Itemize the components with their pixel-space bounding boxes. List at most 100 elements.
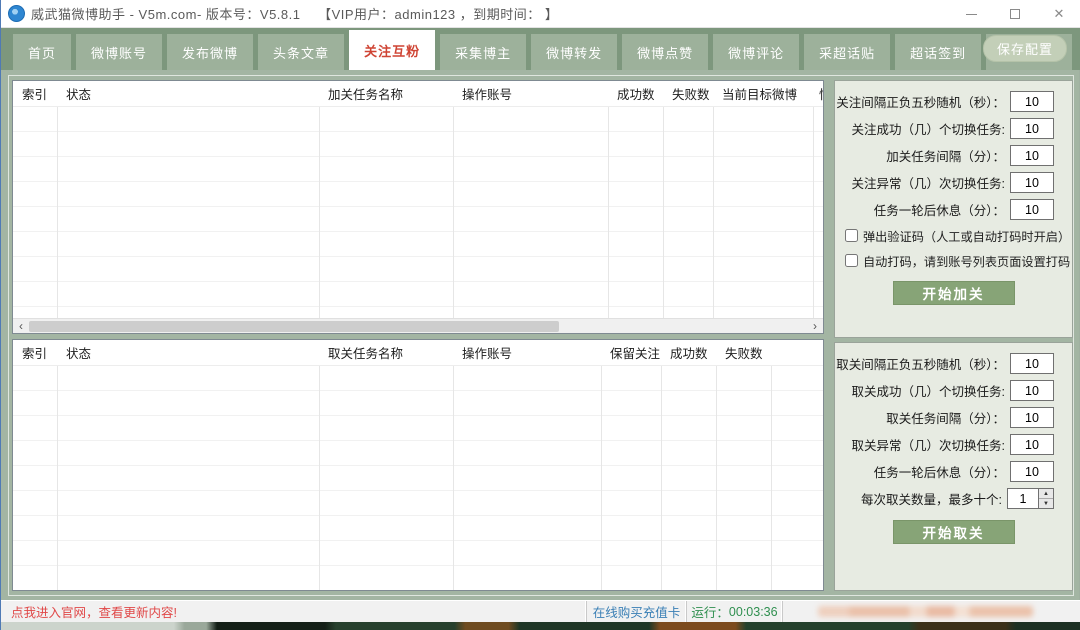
setting-row: 取关异常（几）次切换任务: — [835, 431, 1072, 458]
col-current-target-weibo: 当前目标微博 — [713, 84, 813, 103]
setting-row: 任务一轮后休息（分）： — [835, 458, 1072, 485]
official-site-link[interactable]: 点我进入官网，查看更新内容! — [1, 601, 587, 622]
unfollow-success-switch-label: 取关成功（几）个切换任务: — [852, 381, 1005, 400]
follow-error-switch-input[interactable] — [1010, 172, 1054, 193]
unfollow-batch-count-label: 每次取关数量，最多十个: — [861, 489, 1002, 508]
col-fail-count: 失败数 — [663, 84, 713, 103]
unfollow-table-body — [13, 366, 823, 590]
follow-rest-after-round-label: 任务一轮后休息（分）： — [874, 200, 1005, 219]
minimize-button[interactable] — [949, 0, 993, 28]
follow-success-switch-label: 关注成功（几）个切换任务: — [852, 119, 1005, 138]
tab-weibo-account[interactable]: 微博账号 — [76, 34, 162, 70]
setting-row: 关注间隔正负五秒随机（秒）： — [835, 88, 1072, 115]
col-status: 状态 — [57, 343, 319, 362]
follow-table-header: 索引 状态 加关任务名称 操作账号 成功数 失败数 当前目标微博 性别 — [13, 81, 823, 107]
tab-weibo-comment[interactable]: 微博评论 — [713, 34, 799, 70]
desktop-edge — [1, 622, 1080, 630]
unfollow-error-switch-label: 取关异常（几）次切换任务: — [852, 435, 1005, 454]
col-unfollow-task-name: 取关任务名称 — [319, 343, 453, 362]
maximize-button[interactable] — [993, 0, 1037, 28]
setting-row: 关注异常（几）次切换任务: — [835, 169, 1072, 196]
unfollow-table-header: 索引 状态 取关任务名称 操作账号 保留关注 成功数 失败数 — [13, 340, 823, 366]
save-config-button[interactable]: 保存配置 — [983, 35, 1067, 62]
unfollow-success-switch-input[interactable] — [1010, 380, 1054, 401]
checkbox-row: 自动打码，请到账号列表页面设置打码 — [835, 248, 1072, 273]
unfollow-task-table: 索引 状态 取关任务名称 操作账号 保留关注 成功数 失败数 — [12, 339, 824, 591]
scrollbar-thumb[interactable] — [29, 321, 559, 332]
window-controls: ✕ — [949, 0, 1080, 28]
setting-row: 每次取关数量，最多十个: ▲ ▼ — [835, 485, 1072, 512]
unfollow-rest-after-round-label: 任务一轮后休息（分）： — [874, 462, 1005, 481]
start-unfollow-button[interactable]: 开始取关 — [893, 520, 1015, 544]
scroll-left-arrow-icon[interactable]: ‹ — [13, 319, 29, 334]
auto-captcha-label: 自动打码，请到账号列表页面设置打码 — [863, 252, 1070, 270]
follow-rest-after-round-input[interactable] — [1010, 199, 1054, 220]
content-area: 索引 状态 加关任务名称 操作账号 成功数 失败数 当前目标微博 性别 ‹ › … — [8, 75, 1074, 596]
tab-bar: 首页 微博账号 发布微博 头条文章 关注互粉 采集博主 微博转发 微博点赞 微博… — [1, 28, 1080, 70]
setting-row: 取关成功（几）个切换任务: — [835, 377, 1072, 404]
run-timer-label: 运行： — [691, 602, 729, 621]
col-operating-account: 操作账号 — [453, 343, 601, 362]
run-timer: 运行： 00:03:36 — [687, 601, 783, 622]
run-timer-value: 00:03:36 — [729, 605, 778, 619]
window-title: 威武猫微博助手 - V5m.com- 版本号：V5.8.1 【VIP用户：adm… — [31, 4, 558, 23]
popup-captcha-label: 弹出验证码（人工或自动打码时开启） — [863, 227, 1070, 245]
title-bar: 威武猫微博助手 - V5m.com- 版本号：V5.8.1 【VIP用户：adm… — [1, 0, 1080, 28]
col-success-count: 成功数 — [608, 84, 663, 103]
col-fail-count: 失败数 — [716, 343, 771, 362]
scroll-right-arrow-icon[interactable]: › — [807, 319, 823, 334]
unfollow-task-interval-input[interactable] — [1010, 407, 1054, 428]
follow-table-body — [13, 107, 823, 318]
setting-row: 取关任务间隔（分）： — [835, 404, 1072, 431]
tab-supertopic-checkin[interactable]: 超话签到 — [895, 34, 981, 70]
unfollow-settings-panel: 取关间隔正负五秒随机（秒）： 取关成功（几）个切换任务: 取关任务间隔（分）： … — [834, 342, 1073, 591]
follow-interval-input[interactable] — [1010, 91, 1054, 112]
setting-row: 关注成功（几）个切换任务: — [835, 115, 1072, 142]
status-bar-right-section — [783, 601, 1080, 622]
tab-home[interactable]: 首页 — [13, 34, 71, 70]
spinner-down-icon[interactable]: ▼ — [1039, 498, 1053, 508]
follow-settings-panel: 关注间隔正负五秒随机（秒）： 关注成功（几）个切换任务: 加关任务间隔（分）： … — [834, 80, 1073, 338]
close-button[interactable]: ✕ — [1037, 0, 1080, 28]
unfollow-error-switch-input[interactable] — [1010, 434, 1054, 455]
tab-toutiao-article[interactable]: 头条文章 — [258, 34, 344, 70]
tab-weibo-like[interactable]: 微博点赞 — [622, 34, 708, 70]
tab-follow-mutual[interactable]: 关注互粉 — [349, 30, 435, 70]
unfollow-batch-count-stepper: ▲ ▼ — [1007, 488, 1054, 509]
unfollow-interval-input[interactable] — [1010, 353, 1054, 374]
auto-captcha-checkbox[interactable] — [845, 254, 858, 267]
start-follow-button[interactable]: 开始加关 — [893, 281, 1015, 305]
col-success-count: 成功数 — [661, 343, 716, 362]
unfollow-batch-count-input[interactable] — [1007, 488, 1039, 509]
spinner-buttons: ▲ ▼ — [1039, 488, 1054, 509]
follow-error-switch-label: 关注异常（几）次切换任务: — [852, 173, 1005, 192]
col-follow-task-name: 加关任务名称 — [319, 84, 453, 103]
follow-task-table: 索引 状态 加关任务名称 操作账号 成功数 失败数 当前目标微博 性别 ‹ › — [12, 80, 824, 334]
app-window: 威武猫微博助手 - V5m.com- 版本号：V5.8.1 【VIP用户：adm… — [0, 0, 1080, 630]
tab-weibo-repost[interactable]: 微博转发 — [531, 34, 617, 70]
unfollow-interval-label: 取关间隔正负五秒随机（秒）： — [836, 354, 1005, 373]
buy-recharge-card-link[interactable]: 在线购买充值卡 — [587, 601, 687, 622]
follow-success-switch-input[interactable] — [1010, 118, 1054, 139]
follow-task-interval-input[interactable] — [1010, 145, 1054, 166]
close-icon: ✕ — [1054, 6, 1065, 22]
tab-publish-weibo[interactable]: 发布微博 — [167, 34, 253, 70]
spinner-up-icon[interactable]: ▲ — [1039, 489, 1053, 498]
follow-table-hscrollbar[interactable]: ‹ › — [13, 318, 823, 333]
redacted-watermark — [818, 606, 1033, 617]
col-operating-account: 操作账号 — [453, 84, 608, 103]
setting-row: 任务一轮后休息（分）： — [835, 196, 1072, 223]
col-status: 状态 — [57, 84, 319, 103]
checkbox-row: 弹出验证码（人工或自动打码时开启） — [835, 223, 1072, 248]
unfollow-task-interval-label: 取关任务间隔（分）： — [886, 408, 1005, 427]
unfollow-rest-after-round-input[interactable] — [1010, 461, 1054, 482]
setting-row: 取关间隔正负五秒随机（秒）： — [835, 350, 1072, 377]
minimize-icon — [966, 14, 977, 15]
col-gender: 性别 — [813, 84, 823, 103]
popup-captcha-checkbox[interactable] — [845, 229, 858, 242]
follow-task-interval-label: 加关任务间隔（分）： — [886, 146, 1005, 165]
tab-collect-blogger[interactable]: 采集博主 — [440, 34, 526, 70]
col-keep-following: 保留关注 — [601, 343, 661, 362]
tab-supertopic-collect[interactable]: 采超话贴 — [804, 34, 890, 70]
setting-row: 加关任务间隔（分）： — [835, 142, 1072, 169]
